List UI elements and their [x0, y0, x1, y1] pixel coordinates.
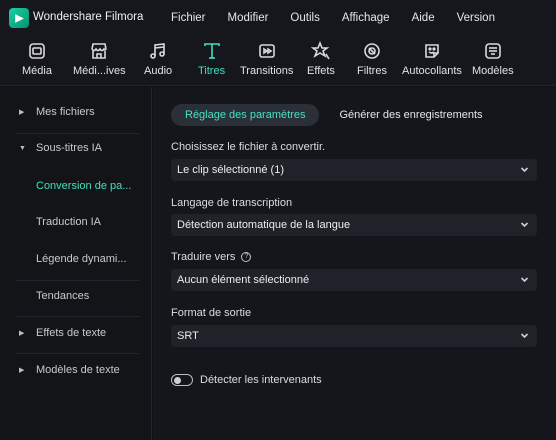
toolbar-transitions[interactable]: Transitions: [240, 41, 293, 83]
sidebar-item-ai-subtitles[interactable]: ▼ Sous-titres IA: [0, 135, 152, 161]
divider: [16, 280, 140, 281]
speaker-detection-toggle[interactable]: [171, 374, 193, 386]
caret-right-icon: ▶: [19, 330, 25, 337]
filmora-logo-icon: [9, 8, 29, 28]
file-select-value: Le clip sélectionné (1): [177, 164, 285, 176]
toolbar-filters[interactable]: Filtres: [357, 41, 387, 83]
output-format-dropdown[interactable]: SRT: [171, 325, 537, 347]
sidebar-item-ai-translation[interactable]: Traduction IA: [0, 209, 152, 235]
toolbar-audio[interactable]: Audio: [144, 41, 172, 83]
divider: [16, 353, 140, 354]
menu-help[interactable]: Aide: [401, 0, 446, 36]
chevron-down-icon: [520, 165, 529, 174]
translate-to-dropdown[interactable]: Aucun élément sélectionné: [171, 269, 537, 291]
transcription-language-label: Langage de transcription: [171, 197, 293, 209]
toolbar-titles[interactable]: Titres: [198, 41, 225, 83]
caret-right-icon: ▶: [19, 109, 25, 116]
templates-icon: [484, 43, 501, 59]
speech-to-text-panel: Réglage des paramètres Générer des enreg…: [153, 87, 556, 440]
toggle-knob: [174, 376, 181, 384]
app-title: Wondershare Filmora: [33, 11, 144, 23]
speaker-detection-label: Détecter les intervenants: [200, 374, 322, 386]
output-format-label: Format de sortie: [171, 307, 252, 319]
panel-tabs: Réglage des paramètres Générer des enreg…: [171, 104, 497, 126]
menu-bar: Fichier Modifier Outils Affichage Aide V…: [160, 0, 506, 36]
transitions-icon: [258, 44, 275, 58]
output-format-value: SRT: [177, 330, 199, 342]
chevron-down-icon: [520, 275, 529, 284]
sidebar-item-my-files[interactable]: ▶ Mes fichiers: [0, 99, 152, 125]
caret-right-icon: ▶: [19, 367, 25, 374]
menu-file[interactable]: Fichier: [160, 0, 217, 36]
divider: [16, 316, 140, 317]
translate-to-value: Aucun élément sélectionné: [177, 274, 310, 286]
caret-down-icon: ▼: [19, 144, 26, 152]
chevron-down-icon: [520, 220, 529, 229]
help-icon[interactable]: ?: [241, 252, 252, 262]
toolbar-effects[interactable]: Effets: [307, 41, 335, 83]
stickers-icon: [425, 44, 439, 58]
file-select-dropdown[interactable]: Le clip sélectionné (1): [171, 159, 537, 181]
sidebar-item-text-templates[interactable]: ▶ Modèles de texte: [0, 357, 152, 383]
toolbar-templates[interactable]: Modèles: [472, 41, 514, 83]
menu-edit[interactable]: Modifier: [217, 0, 280, 36]
chevron-down-icon: [520, 331, 529, 340]
tab-generate-records[interactable]: Générer des enregistrements: [325, 104, 496, 126]
title-bar: Wondershare Filmora Fichier Modifier Out…: [0, 0, 556, 36]
speaker-detection-row: Détecter les intervenants: [171, 374, 322, 386]
toolbar-stock-media[interactable]: Médi...ives: [73, 41, 126, 83]
stock-media-icon: [91, 43, 108, 59]
filters-icon: [364, 43, 380, 59]
transcription-language-dropdown[interactable]: Détection automatique de la langue: [171, 214, 537, 236]
menu-view[interactable]: Affichage: [331, 0, 401, 36]
tab-settings[interactable]: Réglage des paramètres: [171, 104, 320, 126]
category-sidebar: ▶ Mes fichiers ▼ Sous-titres IA Conversi…: [0, 87, 152, 440]
titles-icon: [203, 43, 220, 59]
menu-tools[interactable]: Outils: [279, 0, 330, 36]
transcription-language-value: Détection automatique de la langue: [177, 219, 351, 231]
toolbar-stickers[interactable]: Autocollants: [402, 41, 462, 83]
translate-to-label-text: Traduire vers: [171, 251, 236, 263]
toolbar-media[interactable]: Média: [22, 41, 52, 83]
translate-to-label: Traduire vers ?: [171, 251, 252, 263]
sidebar-item-speech-to-text[interactable]: Conversion de pa...: [0, 173, 152, 199]
media-toolbar: Média Médi...ives Audio Titres Transitio…: [0, 36, 556, 86]
sidebar-item-dynamic-caption[interactable]: Légende dynami...: [0, 246, 152, 272]
menu-version[interactable]: Version: [446, 0, 506, 36]
music-note-icon: [150, 43, 165, 59]
divider: [16, 133, 140, 134]
effects-icon: [310, 41, 330, 60]
media-icon: [29, 43, 45, 59]
sidebar-item-trends[interactable]: Tendances: [0, 283, 152, 309]
file-select-label: Choisissez le fichier à convertir.: [171, 141, 326, 153]
sidebar-item-text-effects[interactable]: ▶ Effets de texte: [0, 320, 152, 346]
